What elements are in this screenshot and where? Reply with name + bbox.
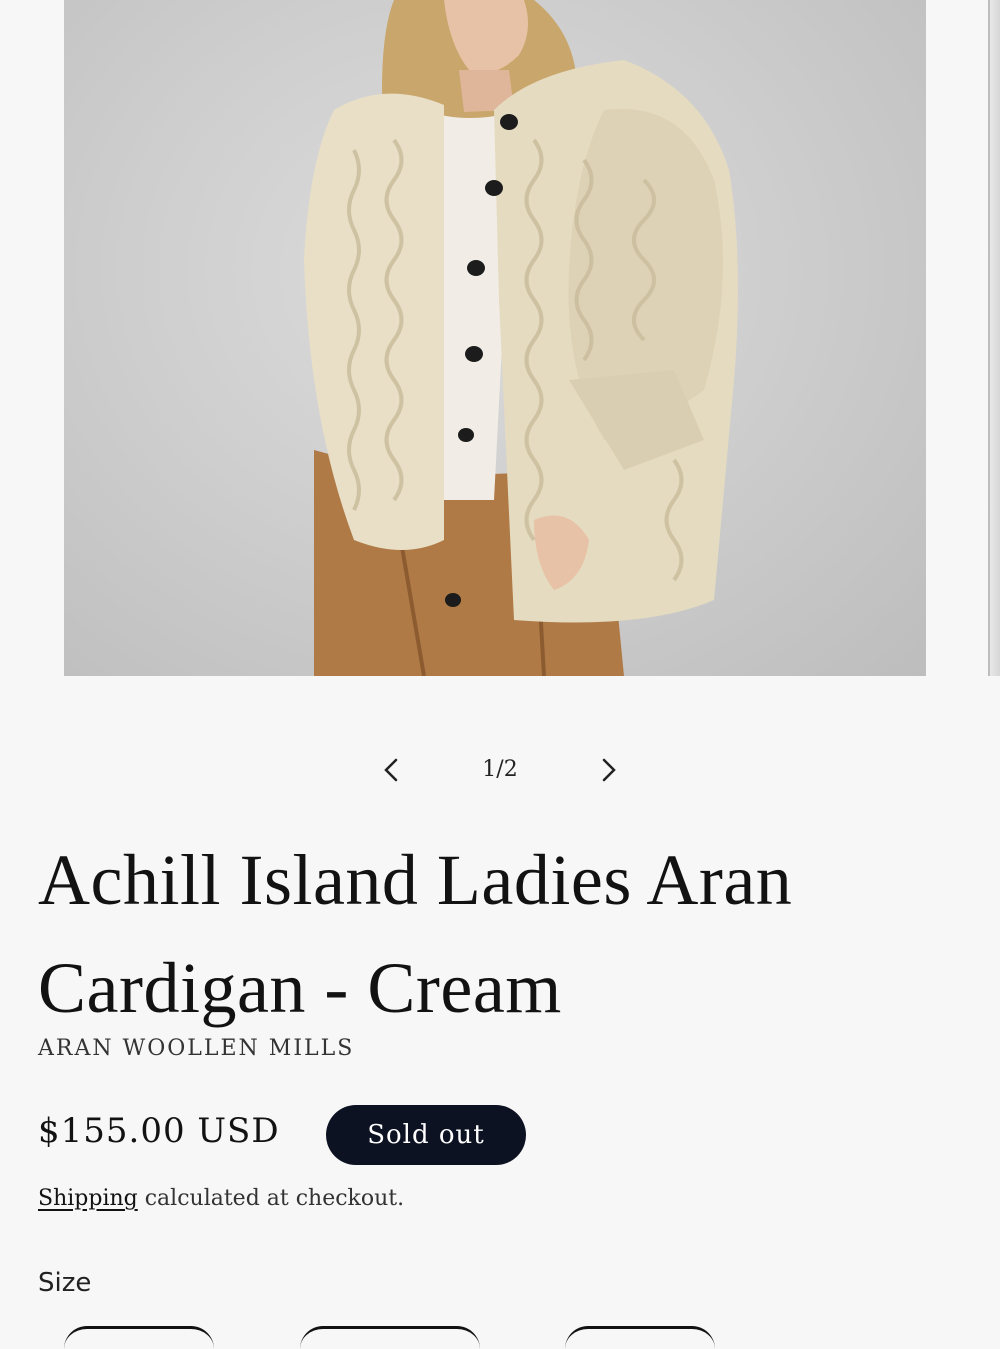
product-title: Achill Island Ladies Aran Cardigan - Cre… bbox=[38, 840, 793, 1028]
model-photo bbox=[304, 0, 738, 676]
product-image[interactable] bbox=[64, 0, 926, 676]
shipping-text: calculated at checkout. bbox=[137, 1186, 405, 1211]
chevron-left-icon bbox=[384, 758, 398, 782]
product-price: $155.00 USD bbox=[38, 1111, 280, 1151]
product-gallery bbox=[0, 0, 1000, 690]
next-slide-button[interactable] bbox=[592, 753, 626, 787]
shipping-note: Shipping calculated at checkout. bbox=[38, 1186, 404, 1211]
next-slide-peek[interactable] bbox=[988, 0, 1000, 676]
slide-counter: 1/2 bbox=[482, 757, 518, 782]
previous-slide-button[interactable] bbox=[374, 753, 408, 787]
size-label: Size bbox=[38, 1268, 92, 1298]
chevron-right-icon bbox=[602, 758, 616, 782]
size-option[interactable] bbox=[300, 1326, 480, 1349]
size-option[interactable] bbox=[565, 1326, 715, 1349]
shipping-link[interactable]: Shipping bbox=[38, 1186, 138, 1211]
size-option[interactable] bbox=[64, 1326, 214, 1349]
product-vendor: ARAN WOOLLEN MILLS bbox=[38, 1036, 355, 1061]
sold-out-badge: Sold out bbox=[326, 1105, 526, 1165]
gallery-pagination: 1/2 bbox=[0, 745, 1000, 795]
